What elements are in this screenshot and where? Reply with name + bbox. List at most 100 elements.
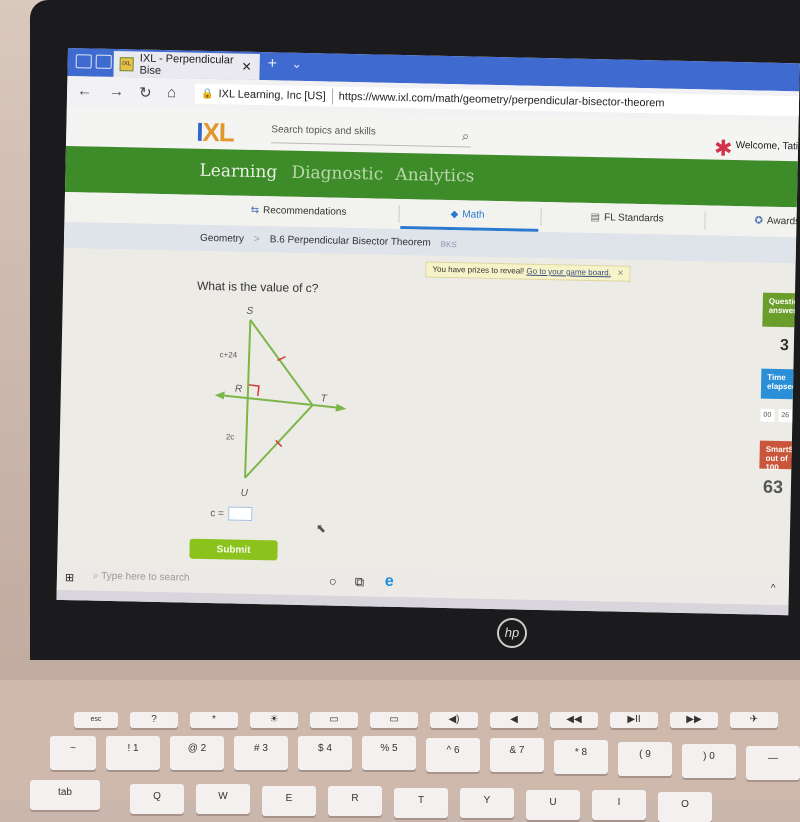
question-prompt: What is the value of c? <box>196 278 319 296</box>
label-r: R <box>235 384 242 395</box>
url-text[interactable]: https://www.ixl.com/math/geometry/perpen… <box>339 91 665 110</box>
key-f6[interactable]: ◀) <box>430 712 478 728</box>
key-3[interactable]: # 3 <box>234 736 288 770</box>
label-t: T <box>321 393 328 404</box>
search-icon[interactable]: ⌕ <box>462 126 470 146</box>
edge-browser-icon[interactable]: e <box>385 573 394 591</box>
prize-close-icon[interactable]: ✕ <box>617 269 624 278</box>
key-i[interactable]: I <box>592 790 646 820</box>
subnav-divider <box>398 204 400 223</box>
subnav-awards[interactable]: ✪ Awards <box>754 215 799 227</box>
answer-row: c = <box>210 506 253 521</box>
key-f2[interactable]: * <box>190 712 238 728</box>
key-f3[interactable]: ☀ <box>250 712 298 728</box>
game-board-link[interactable]: Go to your game board. <box>526 267 611 278</box>
math-icon: ◆ <box>450 209 459 221</box>
search-placeholder: Search topics and skills <box>271 124 376 138</box>
arrow-left-icon <box>214 391 225 400</box>
key-f5[interactable]: ▭ <box>370 712 418 728</box>
forward-button[interactable]: → <box>109 83 124 100</box>
key-f7[interactable]: ◀ <box>490 712 538 728</box>
prize-banner: You have prizes to reveal! Go to your ga… <box>425 261 631 282</box>
key-5[interactable]: % 5 <box>362 736 416 770</box>
key-tilde[interactable]: ~ <box>50 736 96 770</box>
key-f1[interactable]: ? <box>130 712 178 728</box>
browser-tab[interactable]: IXL IXL - Perpendicular Bise ✕ <box>113 50 260 81</box>
subnav-divider <box>704 211 706 230</box>
new-tab-button[interactable]: + <box>268 55 278 73</box>
laptop-keyboard: esc ? * ☀ ▭ ▭ ◀) ◀ ◀◀ ▶II ▶▶ ✈ ~ ! 1 @ 2… <box>0 680 800 822</box>
key-minus[interactable]: — <box>746 746 800 780</box>
ixl-logo[interactable]: IXL <box>196 117 234 149</box>
breadcrumb-separator: > <box>253 233 260 246</box>
time-elapsed-value: 00 26 <box>760 408 793 423</box>
back-button[interactable]: ← <box>77 82 92 99</box>
laptop-screen: IXL IXL - Perpendicular Bise ✕ + ⌄ ← → ↻… <box>56 48 800 616</box>
key-9[interactable]: ( 9 <box>618 742 672 776</box>
key-o[interactable]: O <box>658 792 712 822</box>
task-view-icon[interactable]: ⧉ <box>355 574 365 590</box>
key-7[interactable]: & 7 <box>490 738 544 772</box>
subnav-recommendations[interactable]: ⇆ Recommendations <box>251 205 347 218</box>
key-esc[interactable]: esc <box>74 712 118 728</box>
label-u: U <box>241 488 249 499</box>
questions-answered-value: 3 <box>779 336 790 355</box>
nav-analytics[interactable]: Analytics <box>395 165 474 187</box>
key-f8[interactable]: ◀◀ <box>550 712 598 728</box>
taskbar-search-input[interactable]: ⌕ Type here to search <box>93 571 190 584</box>
answer-input[interactable] <box>227 506 253 521</box>
set-aside-tabs-icon[interactable] <box>95 54 112 69</box>
tab-close-icon[interactable]: ✕ <box>241 60 251 74</box>
welcome-user[interactable]: Welcome, Tati <box>736 140 799 152</box>
key-f4[interactable]: ▭ <box>310 712 358 728</box>
key-q[interactable]: Q <box>130 784 184 814</box>
home-button[interactable]: ⌂ <box>167 84 176 101</box>
cortana-icon[interactable]: ○ <box>329 574 337 589</box>
key-4[interactable]: $ 4 <box>298 736 352 770</box>
key-f9[interactable]: ▶II <box>610 712 658 728</box>
show-hidden-icons-chevron-icon[interactable]: ^ <box>771 583 776 594</box>
key-f11[interactable]: ✈ <box>730 712 778 728</box>
nav-diagnostic[interactable]: Diagnostic <box>291 163 383 185</box>
answer-label: c = <box>210 507 225 519</box>
subnav-divider <box>540 207 542 226</box>
refresh-button[interactable]: ↻ <box>139 84 152 102</box>
site-identity[interactable]: IXL Learning, Inc [US] <box>218 88 325 102</box>
label-s: S <box>246 306 253 317</box>
length-sr: c+24 <box>220 350 238 359</box>
key-0[interactable]: ) 0 <box>682 744 736 778</box>
breadcrumb-skill: B.6 Perpendicular Bisector Theorem <box>269 234 431 249</box>
key-y[interactable]: Y <box>460 788 514 818</box>
progress-sidebar: Questions answered 3 Time elapsed 00 26 … <box>759 292 800 497</box>
nav-learning[interactable]: Learning <box>199 161 277 183</box>
subnav-fl-standards[interactable]: ▤ FL Standards <box>590 212 663 225</box>
tab-preview-icon[interactable] <box>75 54 92 69</box>
key-r[interactable]: R <box>328 786 382 816</box>
key-t[interactable]: T <box>394 788 448 818</box>
key-1[interactable]: ! 1 <box>106 736 160 770</box>
ixl-favicon: IXL <box>119 57 134 72</box>
key-8[interactable]: * 8 <box>554 740 608 774</box>
breadcrumb-geometry[interactable]: Geometry <box>200 233 244 245</box>
key-u[interactable]: U <box>526 790 580 820</box>
key-2[interactable]: @ 2 <box>170 736 224 770</box>
subnav-math[interactable]: ◆ Math <box>450 209 484 221</box>
windows-start-icon[interactable]: ⊞ <box>65 571 74 584</box>
triangle-diagram: S R T U c+24 2c <box>214 306 347 499</box>
topic-search-input[interactable]: Search topics and skills ⌕ <box>271 120 472 148</box>
key-e[interactable]: E <box>262 786 316 816</box>
key-6[interactable]: ^ 6 <box>426 738 480 772</box>
tab-title: IXL - Perpendicular Bise <box>139 52 234 77</box>
tab-menu-chevron-icon[interactable]: ⌄ <box>292 57 302 71</box>
arrow-right-icon <box>335 403 347 412</box>
signpost-icon: ⇆ <box>250 204 260 217</box>
submit-button[interactable]: Submit <box>189 538 278 561</box>
address-divider <box>331 88 333 105</box>
key-w[interactable]: W <box>196 784 250 814</box>
length-ru: 2c <box>226 432 235 441</box>
user-avatar-star-icon: ✱ <box>713 135 733 161</box>
skill-code: BKS <box>440 239 457 250</box>
key-tab[interactable]: tab <box>30 780 100 810</box>
key-f10[interactable]: ▶▶ <box>670 712 718 728</box>
segment-tu <box>244 404 314 479</box>
